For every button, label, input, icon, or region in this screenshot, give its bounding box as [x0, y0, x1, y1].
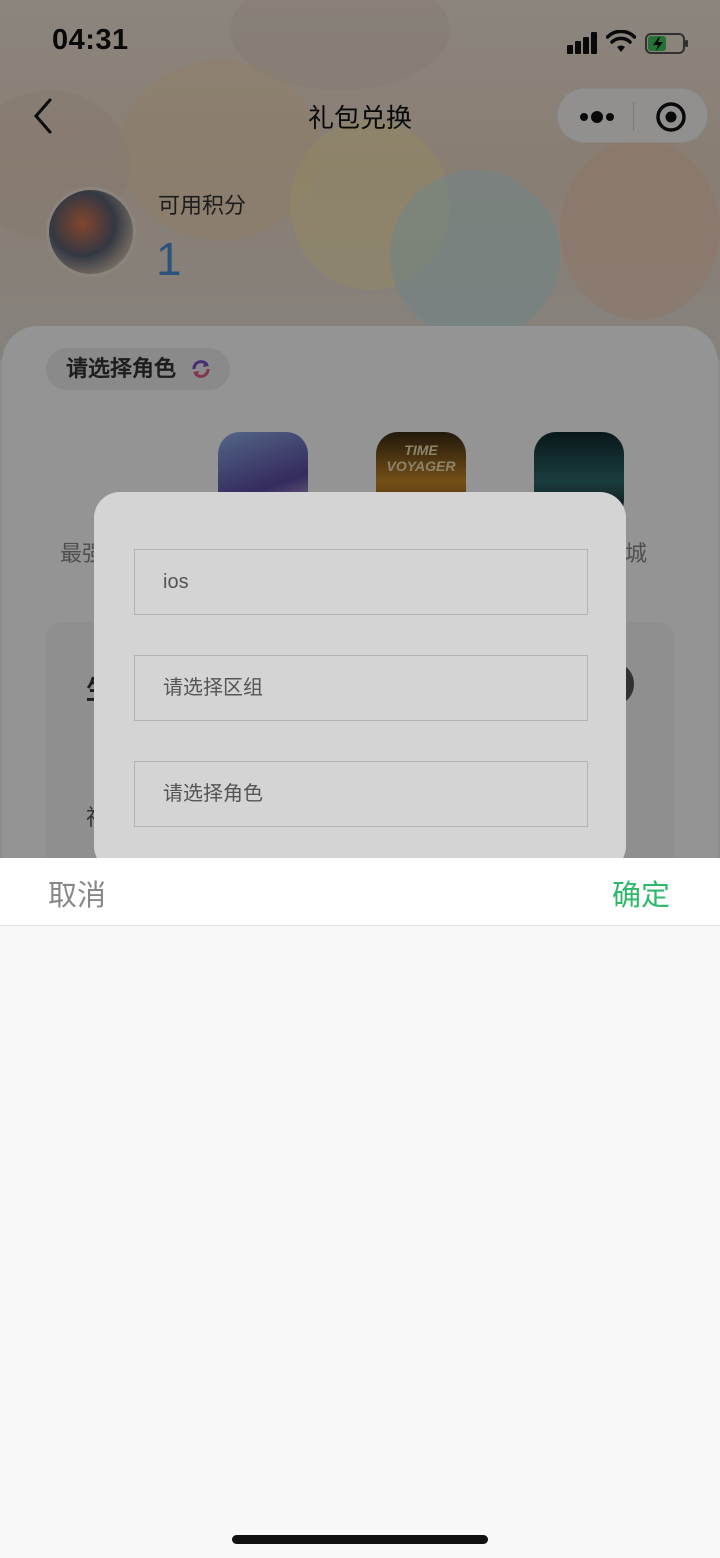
picker-toolbar: 取消 确定	[0, 858, 720, 926]
bottom-picker: 取消 确定	[0, 858, 720, 1558]
server-field[interactable]: 请选择区组	[134, 655, 588, 721]
platform-field[interactable]: ios	[134, 549, 588, 615]
home-indicator	[232, 1535, 488, 1544]
cancel-button[interactable]: 取消	[48, 872, 106, 914]
confirm-button[interactable]: 确定	[612, 872, 670, 914]
role-field[interactable]: 请选择角色	[134, 761, 588, 827]
role-select-dialog: ios 请选择区组 请选择角色	[94, 492, 626, 872]
